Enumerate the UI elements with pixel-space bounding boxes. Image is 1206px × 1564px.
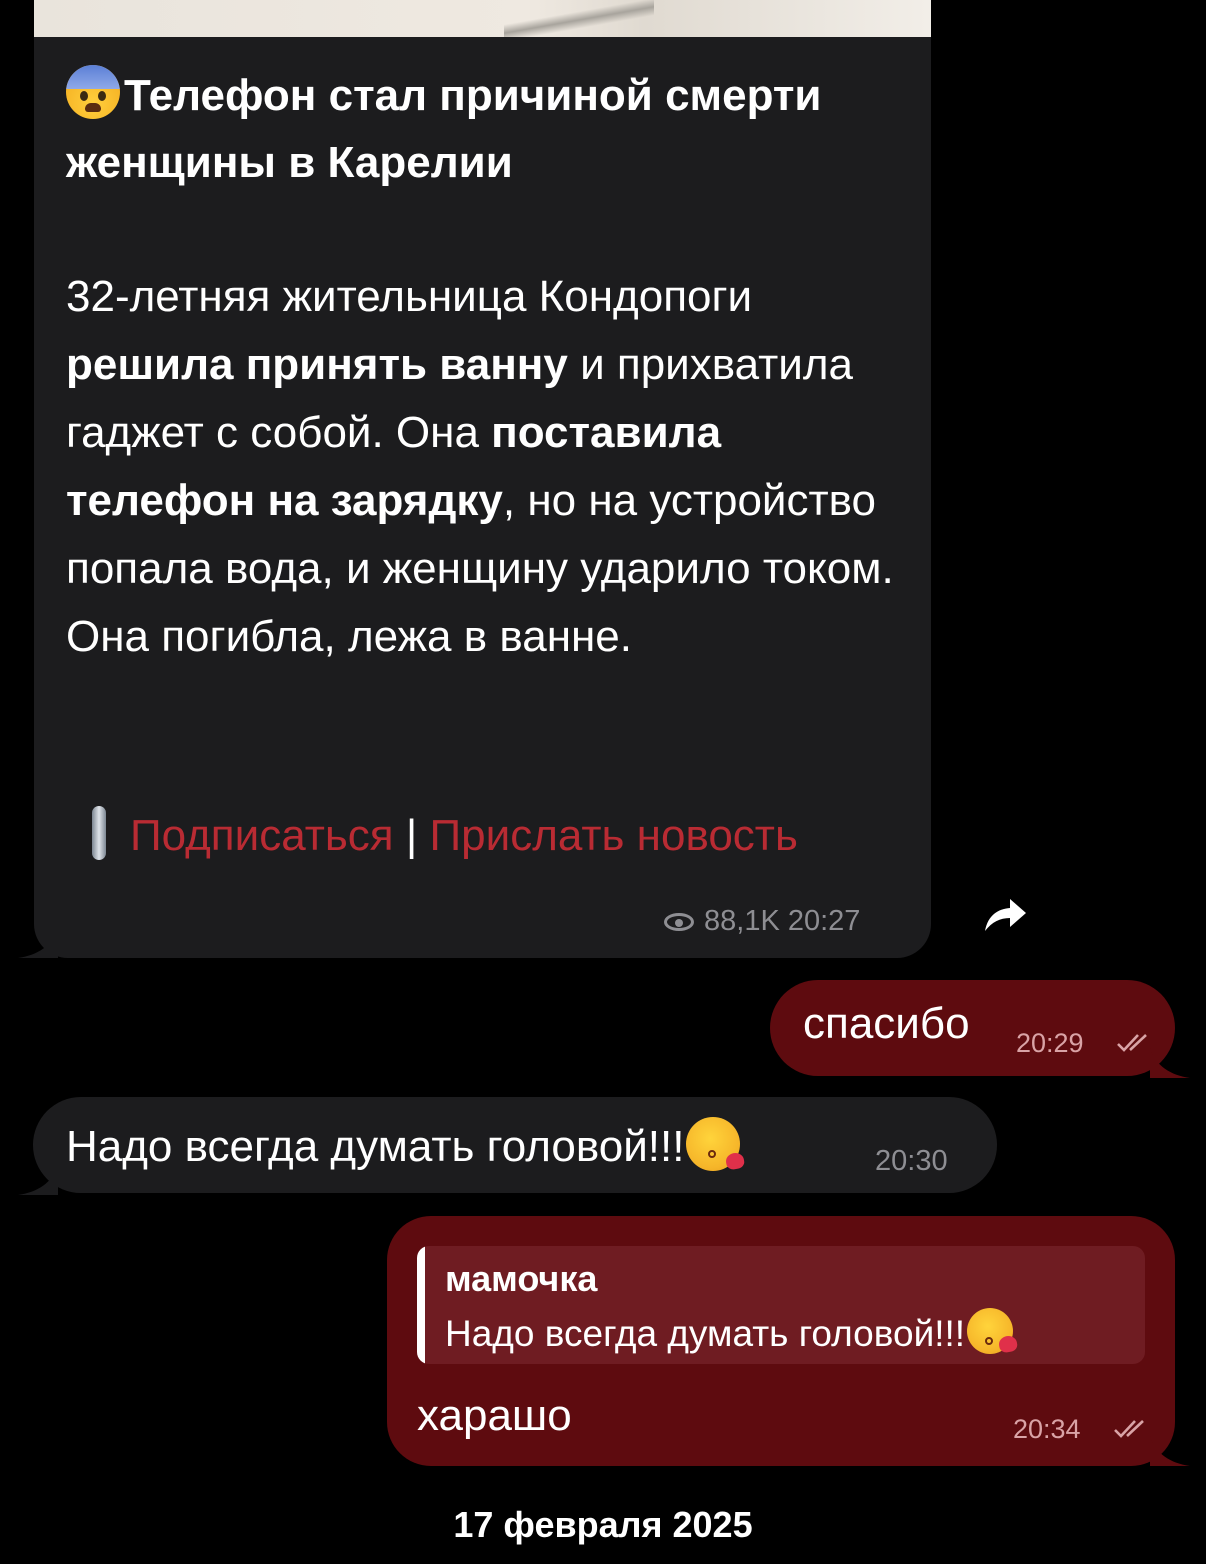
post-image[interactable] <box>34 0 931 37</box>
message-time: 20:30 <box>875 1145 948 1177</box>
reply-accent-bar <box>417 1246 425 1364</box>
double-check-icon <box>1117 1034 1147 1052</box>
share-forward-icon[interactable] <box>980 893 1030 937</box>
views-eye-icon <box>664 913 694 931</box>
outgoing-reply-message[interactable]: мамочка Надо всегда думать головой!!! ха… <box>387 1216 1175 1466</box>
post-meta: 88,1K 20:27 <box>664 905 860 938</box>
bubble-tail <box>18 928 58 958</box>
post-footer: Подписаться | Прислать новость <box>66 801 866 871</box>
reply-author: мамочка <box>445 1258 598 1299</box>
fearful-face-icon <box>66 65 120 119</box>
double-check-icon <box>1114 1420 1144 1438</box>
bubble-tail <box>1150 1048 1190 1078</box>
date-separator: 17 февраля 2025 <box>453 1504 753 1545</box>
post-views: 88,1K <box>704 905 780 937</box>
post-bold-text: решила принять ванну <box>66 340 568 389</box>
reply-text: Надо всегда думать головой!!! <box>445 1308 1019 1355</box>
bubble-tail <box>1150 1436 1190 1466</box>
send-news-link[interactable]: Прислать новость <box>430 811 798 860</box>
message-text: Надо всегда думать головой!!! <box>66 1117 746 1172</box>
kiss-face-icon <box>686 1117 746 1171</box>
kiss-face-icon <box>967 1308 1019 1354</box>
link-separator: | <box>405 811 418 860</box>
post-body: 32-летняя жительница Кондопоги решила пр… <box>66 272 894 661</box>
bubble-tail <box>18 1165 58 1195</box>
subscribe-link[interactable]: Подписаться <box>130 811 394 860</box>
post-title: Телефон стал причиной смерти женщины в К… <box>66 62 906 196</box>
post-time: 20:27 <box>787 905 861 937</box>
incoming-message[interactable]: Надо всегда думать головой!!! 20:30 <box>33 1097 997 1193</box>
outgoing-message[interactable]: спасибо 20:29 <box>770 980 1175 1076</box>
message-time: 20:29 <box>1016 1028 1084 1058</box>
message-text: харашо <box>417 1391 572 1440</box>
pin-icon <box>92 806 106 860</box>
message-time: 20:34 <box>1013 1414 1081 1444</box>
reply-quote[interactable]: мамочка Надо всегда думать головой!!! <box>417 1246 1145 1364</box>
message-text: спасибо <box>803 999 970 1048</box>
